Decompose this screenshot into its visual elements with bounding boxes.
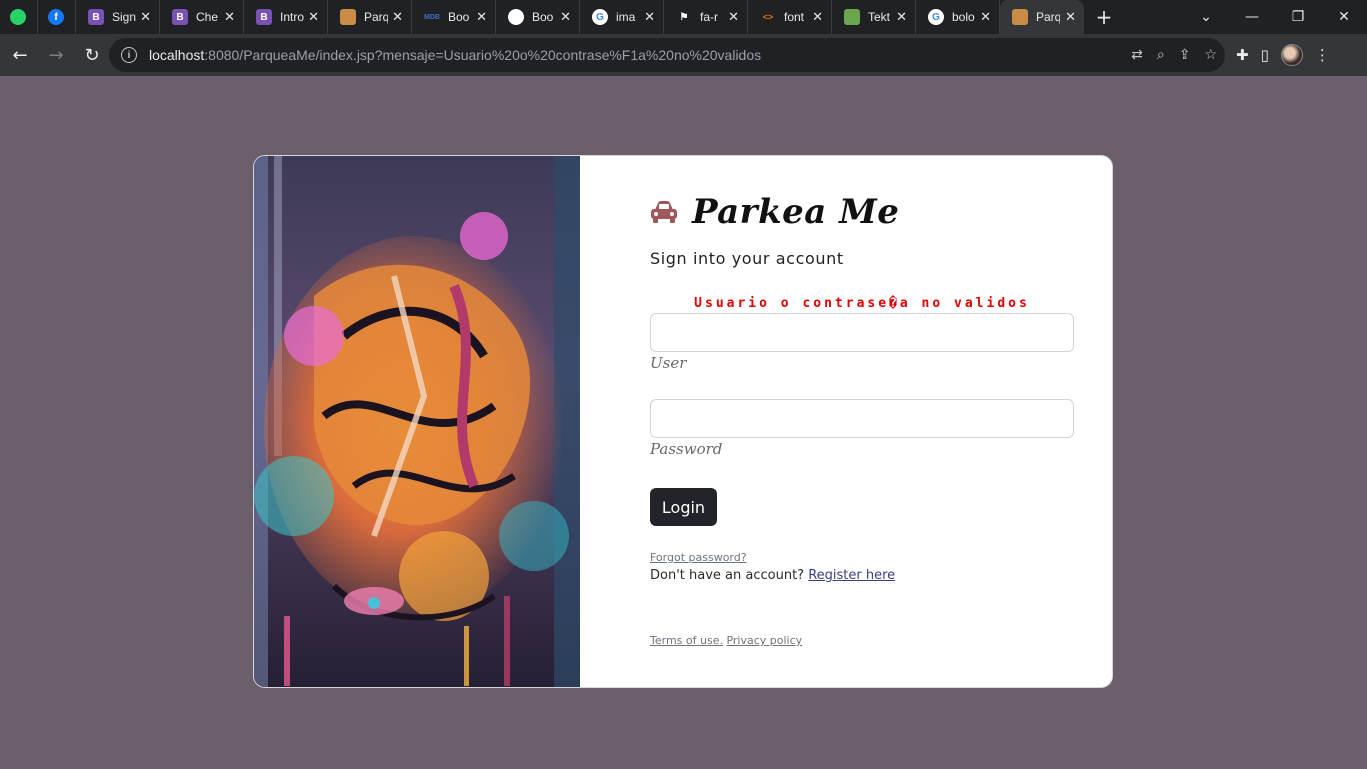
tab-title: Sign	[112, 10, 136, 24]
brand: Parkea Me	[650, 192, 899, 232]
flag-icon: ⚑	[679, 11, 689, 23]
login-card: Parkea Me Sign into your account Usuario…	[253, 155, 1113, 688]
extensions-icon[interactable]: ✚	[1236, 46, 1249, 64]
browser-tab[interactable]: B Che ✕	[160, 0, 244, 34]
brand-title: Parkea Me	[692, 192, 900, 232]
tab-search-icon[interactable]: ⌄	[1183, 9, 1229, 25]
bootstrap-icon: B	[88, 9, 104, 25]
register-link[interactable]: Register here	[808, 568, 895, 583]
facebook-icon: f	[48, 9, 64, 25]
tab-title: Intro	[280, 10, 304, 24]
translate-icon[interactable]: ⇄	[1131, 47, 1143, 63]
browser-tab[interactable]	[0, 0, 38, 34]
parkea-icon	[1012, 9, 1028, 25]
forward-icon[interactable]: →	[40, 39, 72, 71]
user-label: User	[650, 354, 687, 372]
bootstrap-icon: B	[172, 9, 188, 25]
login-form: Parkea Me Sign into your account Usuario…	[650, 156, 1080, 687]
parkea-icon	[340, 9, 356, 25]
tab-title: fa-r	[700, 10, 718, 24]
tab-close-icon[interactable]: ✕	[896, 9, 907, 25]
terms-link[interactable]: Terms of use.	[650, 634, 723, 647]
menu-kebab-icon[interactable]: ⋮	[1315, 46, 1330, 64]
tab-title: bolo	[952, 10, 975, 24]
bookmark-star-icon[interactable]: ☆	[1204, 47, 1217, 63]
tab-close-icon[interactable]: ✕	[644, 9, 655, 25]
tab-close-icon[interactable]: ✕	[560, 9, 571, 25]
password-input[interactable]	[650, 399, 1074, 438]
tab-close-icon[interactable]: ✕	[392, 9, 403, 25]
browser-tab[interactable]: <> font ✕	[748, 0, 832, 34]
tab-title: Parq	[1036, 10, 1060, 24]
whatsapp-icon	[10, 9, 26, 25]
privacy-link[interactable]: Privacy policy	[726, 634, 802, 647]
browser-tab[interactable]: B Intro ✕	[244, 0, 328, 34]
minimize-icon[interactable]: —	[1229, 9, 1275, 25]
google-icon: G	[592, 9, 608, 25]
tab-title: font	[784, 10, 805, 24]
tab-close-icon[interactable]: ✕	[308, 9, 319, 25]
new-tab-button[interactable]: +	[1084, 5, 1124, 29]
browser-tab[interactable]: Parq ✕	[1000, 0, 1084, 34]
browser-tab[interactable]: Parq ✕	[328, 0, 412, 34]
tab-close-icon[interactable]: ✕	[980, 9, 991, 25]
tab-title: Che	[196, 10, 219, 24]
tab-title: ima	[616, 10, 636, 24]
address-bar[interactable]: i localhost:8080/ParqueaMe/index.jsp?men…	[109, 38, 1225, 72]
omnibox-actions: ⇄ ⌕ ⇪ ☆	[1131, 38, 1217, 72]
graffiti-artwork	[254, 156, 580, 687]
restore-icon[interactable]: ❐	[1275, 9, 1321, 25]
tab-close-icon[interactable]: ✕	[224, 9, 235, 25]
google-icon: G	[928, 9, 944, 25]
tab-close-icon[interactable]: ✕	[812, 9, 823, 25]
tab-close-icon[interactable]: ✕	[140, 9, 151, 25]
browser-tab[interactable]: MDB Boo ✕	[412, 0, 496, 34]
tab-close-icon[interactable]: ✕	[1065, 9, 1076, 25]
password-label: Password	[650, 440, 723, 458]
browser-toolbar: ← → ↻ i localhost:8080/ParqueaMe/index.j…	[0, 34, 1367, 76]
browser-tab[interactable]: Tekt ✕	[832, 0, 916, 34]
url-text[interactable]: localhost:8080/ParqueaMe/index.jsp?mensa…	[149, 47, 761, 63]
toolbar-right: ✚ ▯ ⋮	[1236, 38, 1330, 72]
browser-tab[interactable]: Gbolo ✕	[916, 0, 1000, 34]
share-icon[interactable]: ⇪	[1179, 47, 1191, 63]
tab-title: Boo	[532, 10, 554, 24]
error-message: Usuario o contrase�a no validos	[694, 296, 1030, 311]
footer-links: Terms of use. Privacy policy	[650, 634, 802, 647]
login-button[interactable]: Login	[650, 488, 717, 526]
side-panel-icon[interactable]: ▯	[1261, 46, 1269, 64]
back-icon[interactable]: ←	[4, 39, 36, 71]
tab-close-icon[interactable]: ✕	[476, 9, 487, 25]
close-window-icon[interactable]: ✕	[1321, 9, 1367, 25]
user-input[interactable]	[650, 313, 1074, 352]
bootstrap-icon: B	[256, 9, 272, 25]
profile-avatar[interactable]	[1280, 44, 1303, 66]
tab-close-icon[interactable]: ✕	[728, 9, 739, 25]
artwork-image	[254, 156, 580, 687]
github-icon	[508, 9, 524, 25]
register-line: Don't have an account? Register here	[650, 568, 895, 583]
browser-tab[interactable]: Boo ✕	[496, 0, 580, 34]
tekton-icon	[844, 9, 860, 25]
code-icon: <>	[762, 12, 774, 22]
browser-tab[interactable]: Gima ✕	[580, 0, 664, 34]
zoom-icon[interactable]: ⌕	[1157, 47, 1165, 63]
window-controls: ⌄ — ❐ ✕	[1183, 9, 1367, 25]
tab-title: Parq	[364, 10, 388, 24]
car-icon	[651, 201, 677, 223]
tab-strip: f B Sign ✕ B Che ✕ B Intro ✕ Parq ✕ MDB Boo ✕ Boo ✕ Gima ✕…	[0, 0, 1367, 34]
mdb-icon: MDB	[424, 13, 440, 21]
reload-icon[interactable]: ↻	[76, 39, 108, 71]
browser-tab[interactable]: ⚑ fa-r ✕	[664, 0, 748, 34]
site-info-icon[interactable]: i	[121, 47, 137, 63]
sign-in-subtitle: Sign into your account	[650, 249, 844, 268]
forgot-password-link[interactable]: Forgot password?	[650, 551, 747, 564]
tab-title: Boo	[448, 10, 470, 24]
browser-tab[interactable]: B Sign ✕	[76, 0, 160, 34]
tab-title: Tekt	[868, 10, 891, 24]
url-host: localhost	[149, 47, 205, 63]
url-path: :8080/ParqueaMe/index.jsp?mensaje=Usuari…	[204, 47, 762, 63]
register-prefix: Don't have an account?	[650, 568, 809, 583]
browser-tab[interactable]: f	[38, 0, 76, 34]
